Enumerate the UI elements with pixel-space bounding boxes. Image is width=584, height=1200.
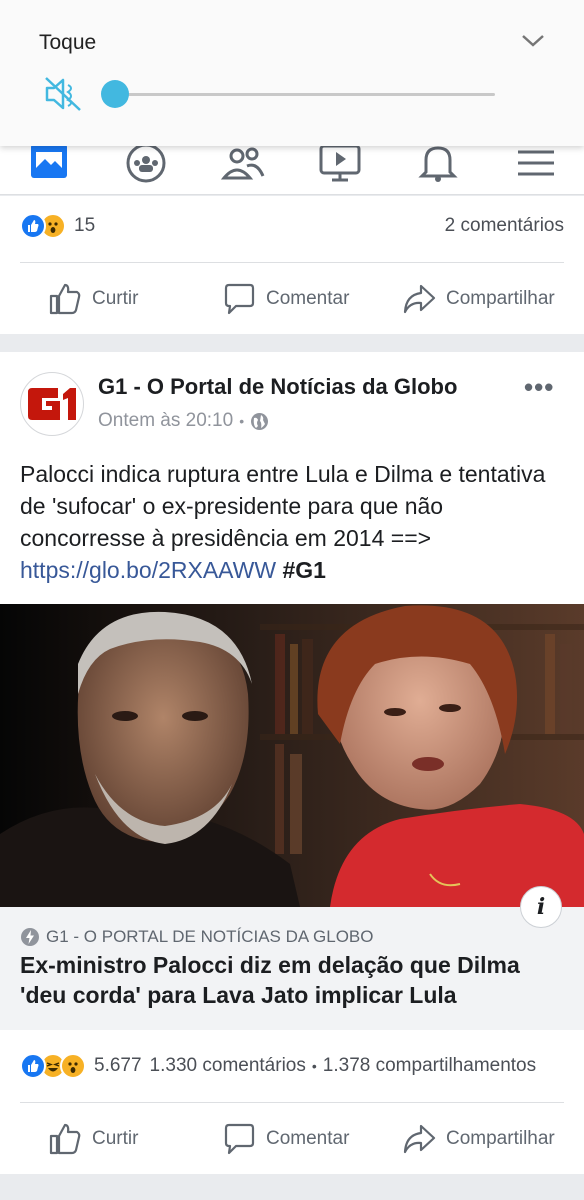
- share-arrow-icon: [403, 284, 436, 314]
- wow-reaction-icon: [60, 1053, 86, 1079]
- link-preview-domain: G1 - O PORTAL DE NOTÍCIAS DA GLOBO: [20, 927, 373, 947]
- timestamp-text: Ontem às 20:10: [98, 410, 234, 431]
- like-label: Curtir: [92, 1128, 139, 1149]
- post-text: Palocci indica ruptura entre Lula e Dilm…: [20, 458, 568, 586]
- post-1-comment-button[interactable]: Comentar: [222, 282, 349, 316]
- globe-icon: [251, 412, 269, 430]
- g1-logo: [28, 388, 76, 420]
- share-label: Compartilhar: [446, 288, 555, 309]
- more-options-icon[interactable]: •••: [524, 372, 554, 403]
- thumbs-up-icon: [49, 283, 81, 315]
- post-text-body: Palocci indica ruptura entre Lula e Dilm…: [20, 461, 546, 551]
- post-2-like-button[interactable]: Curtir: [48, 1122, 138, 1156]
- share-arrow-icon: [403, 1124, 436, 1154]
- post-2-comment-count[interactable]: 1.330 comentários: [150, 1055, 306, 1077]
- comment-bubble-icon: [224, 1123, 255, 1155]
- thumbs-up-icon: [49, 1123, 81, 1155]
- post-timestamp[interactable]: Ontem às 20:10 •: [98, 410, 269, 432]
- muted-speaker-icon[interactable]: [44, 76, 84, 112]
- chevron-down-icon[interactable]: [518, 28, 548, 52]
- comment-bubble-icon: [224, 283, 255, 315]
- link-preview-title[interactable]: Ex-ministro Palocci diz em delação que D…: [20, 950, 568, 1010]
- hashtag-link[interactable]: #G1: [282, 557, 325, 583]
- timestamp-separator: •: [239, 413, 245, 429]
- post-2-reaction-count: 5.677: [94, 1055, 142, 1076]
- post-link[interactable]: https://glo.bo/2RXAAWW: [20, 557, 276, 583]
- link-domain-text: G1 - O PORTAL DE NOTÍCIAS DA GLOBO: [46, 927, 374, 946]
- share-label: Compartilhar: [446, 1128, 555, 1149]
- post-2-share-count[interactable]: 1.378 compartilhamentos: [323, 1055, 536, 1077]
- post-1-like-button[interactable]: Curtir: [48, 282, 138, 316]
- post-1-reactions[interactable]: 15: [20, 211, 95, 241]
- post-1-comment-count[interactable]: 2 comentários: [445, 215, 564, 237]
- post-2-share-button[interactable]: Compartilhar: [402, 1122, 555, 1156]
- like-label: Curtir: [92, 288, 139, 309]
- like-reaction-icon: [20, 1053, 46, 1079]
- post-1-divider: [20, 262, 564, 263]
- post-2-comment-button[interactable]: Comentar: [222, 1122, 349, 1156]
- post-2-divider: [20, 1102, 564, 1103]
- post-2-reactions[interactable]: 5.677 1.330 comentários • 1.378 comparti…: [20, 1051, 536, 1081]
- volume-slider-thumb[interactable]: [101, 80, 129, 108]
- volume-slider-track[interactable]: [114, 93, 495, 96]
- g1-avatar[interactable]: [20, 372, 84, 436]
- page-name[interactable]: G1 - O Portal de Notícias da Globo: [98, 374, 457, 400]
- post-1-reaction-count: 15: [74, 215, 96, 236]
- link-preview-image[interactable]: [0, 604, 584, 907]
- post-1-share-button[interactable]: Compartilhar: [402, 282, 555, 316]
- volume-label: Toque: [39, 31, 97, 54]
- like-reaction-icon: [20, 213, 46, 239]
- info-button[interactable]: i: [520, 886, 562, 928]
- comment-label: Comentar: [266, 1128, 350, 1149]
- counts-separator: •: [311, 1058, 317, 1074]
- instant-article-bolt-icon: [21, 928, 39, 946]
- comment-label: Comentar: [266, 288, 350, 309]
- volume-panel: Toque: [0, 0, 584, 146]
